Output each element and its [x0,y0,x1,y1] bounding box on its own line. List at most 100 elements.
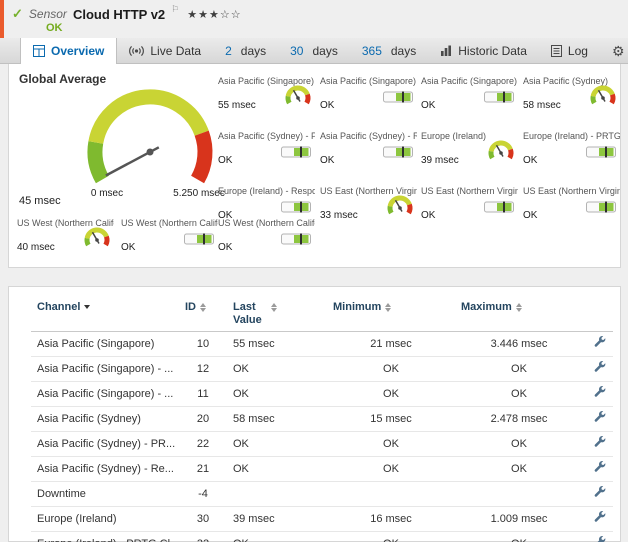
channel-gauge-value: OK [421,210,435,221]
stars-empty: ☆☆ [220,9,242,21]
column-header-last-value[interactable]: Last Value [227,295,327,332]
tab-2-days[interactable]: 2 days [213,38,278,63]
channel-gauge-value: 33 msec [320,210,358,221]
channel-gauge-cell[interactable]: US West (Northern California)... OK [218,218,315,262]
channel-gauge-label: Asia Pacific (Sydney) - Respo... [320,131,417,141]
tab-number: 2 [225,44,232,58]
wrench-icon [594,436,607,449]
linear-gauge-icon [281,201,311,213]
gauge-scale-min: 0 msec [79,188,135,199]
channel-gauge-cell[interactable]: Asia Pacific (Sydney) - PRTG C... OK [218,131,315,175]
tab-live-data[interactable]: Live Data [117,38,213,63]
tab-365-days[interactable]: 365days [350,38,428,63]
stars-filled: ★★★ [187,9,220,21]
cell-channel: Asia Pacific (Sydney) - PR... [31,432,179,457]
channel-settings-button[interactable] [594,461,607,477]
channel-gauge-value: OK [320,100,334,111]
channel-gauge-cell[interactable]: Asia Pacific (Sydney) 58 msec [523,76,620,120]
channel-gauge-cell[interactable]: Asia Pacific (Singapore) - Res... OK [421,76,518,120]
channel-settings-button[interactable] [594,411,607,427]
cell-maximum: OK [455,357,583,382]
linear-gauge-icon [383,91,413,103]
live-data-icon [129,45,144,57]
channel-gauge-cell[interactable]: US East (Northern Virginia) -... OK [523,186,620,230]
channel-settings-button[interactable] [594,486,607,502]
table-row: Asia Pacific (Singapore) - ... 11 OK OK … [31,382,613,407]
channel-gauge-cell[interactable]: Asia Pacific (Singapore) 55 msec [218,76,315,120]
channel-gauge-cell[interactable]: US East (Northern Virginia) -... OK [421,186,518,230]
column-header-maximum[interactable]: Maximum [455,295,583,332]
tab-label: days [241,44,266,58]
wrench-icon [594,411,607,424]
channel-gauge-cell[interactable]: Asia Pacific (Sydney) - Respo... OK [320,131,417,175]
cell-id: 22 [179,432,227,457]
tab-label: days [391,44,416,58]
cell-id: 20 [179,407,227,432]
cell-channel: Asia Pacific (Singapore) [31,332,179,357]
table-row: Asia Pacific (Sydney) 20 58 msec 15 msec… [31,407,613,432]
tab-historic-data[interactable]: Historic Data [428,38,539,63]
channel-gauge-label: Asia Pacific (Sydney) - PRTG C... [218,131,315,141]
sort-desc-icon [84,305,90,309]
cell-id: -4 [179,482,227,507]
linear-gauge-icon [281,146,311,158]
sensor-title: Cloud HTTP v2 [73,7,165,22]
tab-settings[interactable]: ⚙ Settings [600,38,628,63]
radial-gauge-icon [484,139,518,169]
linear-gauge-icon [184,233,214,245]
sort-icon [271,303,277,312]
sensor-color-accent [0,0,4,38]
tab-log[interactable]: Log [539,38,600,63]
cell-id: 12 [179,357,227,382]
wrench-icon [594,461,607,474]
cell-minimum: 16 msec [327,507,455,532]
channel-table-panel: Channel ID Last Value Minimum Maximum As… [8,286,621,542]
sort-icon [385,303,391,312]
object-kind-label: Sensor [29,7,67,21]
tab-label: days [312,44,337,58]
wrench-icon [594,536,607,542]
cell-last-value: OK [227,382,327,407]
channel-gauge-cell[interactable]: Europe (Ireland) - PRTG Cloud... OK [523,131,620,175]
cell-channel: Europe (Ireland) - PRTG Cl... [31,532,179,542]
channel-settings-button[interactable] [594,436,607,452]
status-badge: OK [46,22,63,34]
channel-settings-button[interactable] [594,361,607,377]
cell-id: 30 [179,507,227,532]
channel-gauge-cell[interactable]: US West (Northern California) 40 msec [17,218,114,262]
cell-channel: Europe (Ireland) [31,507,179,532]
cell-maximum [455,482,583,507]
gauges-panel: Global Average 0 msec 5.250 msec 45 msec… [8,64,621,268]
channel-gauge-value: OK [218,242,232,253]
sensor-header: ✓ Sensor Cloud HTTP v2 ⚐ ★★★☆☆ [12,6,242,22]
channel-settings-button[interactable] [594,536,607,542]
tab-overview[interactable]: Overview [20,38,117,63]
column-header-id[interactable]: ID [179,295,227,332]
cell-maximum: 2.478 msec [455,407,583,432]
cell-channel: Asia Pacific (Singapore) - ... [31,382,179,407]
channel-gauge-cell[interactable]: Europe (Ireland) 39 msec [421,131,518,175]
priority-stars[interactable]: ★★★☆☆ [187,8,241,21]
channel-gauge-label: Asia Pacific (Singapore) - PR... [320,76,417,86]
cell-last-value: 58 msec [227,407,327,432]
overview-icon [33,45,45,57]
channel-gauge-cell[interactable]: US West (Northern California)... OK [121,218,218,262]
cell-minimum: 15 msec [327,407,455,432]
channel-gauge-value: OK [121,242,135,253]
channel-gauge-cell[interactable]: Asia Pacific (Singapore) - PR... OK [320,76,417,120]
tab-30-days[interactable]: 30days [278,38,350,63]
channel-settings-button[interactable] [594,336,607,352]
channel-gauge-label: Asia Pacific (Singapore) - Res... [421,76,518,86]
channel-gauge-label: Europe (Ireland) - Response C... [218,186,315,196]
channel-gauge-cell[interactable]: US East (Northern Virginia) 33 msec [320,186,417,230]
cell-last-value: OK [227,432,327,457]
channel-gauge-label: US West (Northern California)... [121,218,218,228]
channel-settings-button[interactable] [594,386,607,402]
cell-maximum: 3.446 msec [455,332,583,357]
flag-icon: ⚐ [171,4,179,15]
column-header-minimum[interactable]: Minimum [327,295,455,332]
channel-settings-button[interactable] [594,511,607,527]
column-header-channel[interactable]: Channel [31,295,179,332]
global-average-gauge [65,82,235,202]
table-row: Asia Pacific (Sydney) - Re... 21 OK OK O… [31,457,613,482]
